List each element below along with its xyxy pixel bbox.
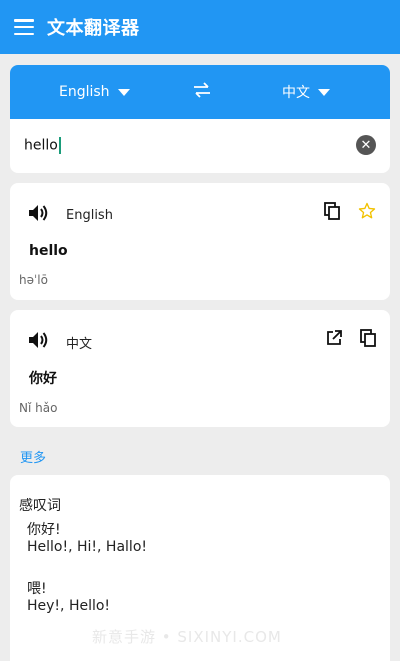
source-result-phonetic: həˈlō: [19, 273, 48, 287]
watermark: 新意手游 • SIXINYI.COM: [92, 628, 282, 646]
more-link[interactable]: 更多: [20, 447, 46, 466]
text-cursor: [58, 136, 61, 154]
chevron-down-icon: [117, 88, 130, 96]
text-input-row: hello ✕: [10, 119, 390, 171]
target-result-card: 中文 你好 Nǐ hǎo: [10, 310, 390, 427]
source-result-card: English hello həˈlō: [10, 183, 390, 300]
language-bar: English 中文: [10, 65, 390, 119]
speaker-icon[interactable]: [28, 203, 50, 227]
menu-icon[interactable]: [14, 19, 34, 35]
source-result-actions: [306, 202, 376, 224]
source-result-word: hello: [29, 243, 68, 259]
source-language-label: English: [59, 84, 110, 100]
open-external-icon[interactable]: [326, 330, 342, 350]
target-result-language: 中文: [66, 336, 93, 352]
dictionary-entry-word: 喂!: [27, 581, 47, 597]
clear-input-icon[interactable]: ✕: [356, 135, 376, 155]
chevron-down-icon: [318, 88, 330, 96]
dictionary-entry-word: 你好!: [27, 522, 61, 538]
target-language-label: 中文: [282, 85, 310, 101]
dictionary-entry-translations: Hello!, Hi!, Hallo!: [27, 539, 147, 555]
swap-languages-icon[interactable]: [193, 82, 211, 102]
source-language-dropdown[interactable]: English: [59, 84, 130, 100]
target-language-dropdown[interactable]: 中文: [282, 82, 330, 102]
source-result-language: English: [66, 207, 113, 223]
source-result-header: English: [28, 203, 113, 227]
target-result-phonetic: Nǐ hǎo: [19, 401, 58, 415]
target-result-actions: [308, 329, 376, 351]
speaker-icon[interactable]: [28, 330, 50, 354]
app-bar: 文本翻译器: [0, 0, 400, 54]
target-result-word: 你好: [29, 371, 57, 387]
star-icon[interactable]: [358, 202, 376, 224]
app-title: 文本翻译器: [47, 18, 140, 39]
translate-input-card: English 中文 hello ✕: [10, 65, 390, 173]
part-of-speech: 感叹词: [19, 498, 61, 514]
dictionary-entry-translations: Hey!, Hello!: [27, 598, 111, 614]
copy-icon[interactable]: [324, 202, 340, 224]
source-text-input[interactable]: hello: [24, 136, 356, 154]
copy-icon[interactable]: [360, 329, 376, 351]
target-result-header: 中文: [28, 330, 92, 354]
source-text-value: hello: [24, 137, 58, 153]
